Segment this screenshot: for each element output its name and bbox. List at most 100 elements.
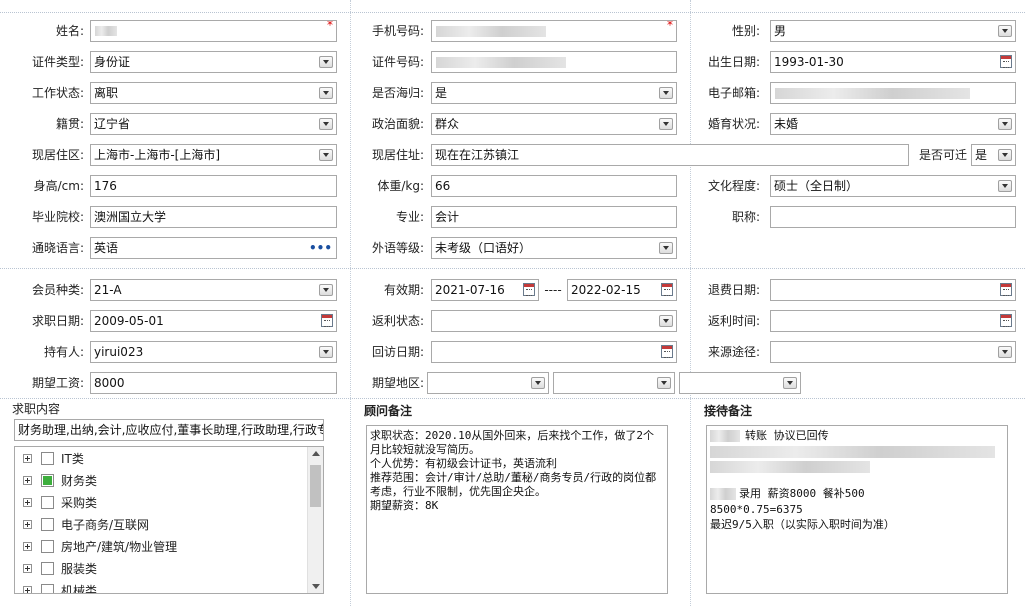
tree-scrollbar[interactable] (307, 447, 323, 593)
education-select[interactable]: 硕士（全日制） (770, 175, 1016, 197)
reception-notes-textarea[interactable]: 转账 协议已回传 录用 薪资8000 餐补500 8500*0.75=6375 … (706, 425, 1008, 594)
expand-icon[interactable] (23, 564, 32, 573)
chevron-down-icon[interactable] (657, 377, 671, 389)
expand-icon[interactable] (23, 520, 32, 529)
calendar-icon[interactable] (523, 283, 535, 296)
salary-input[interactable]: 8000 (90, 372, 337, 394)
reception-notes-title: 接待备注 (704, 404, 753, 418)
job-content-summary[interactable]: 财务助理,出纳,会计,应收应付,董事长助理,行政助理,行政专 (14, 419, 324, 441)
idtype-select[interactable]: 身份证 (90, 51, 337, 73)
category-checkbox[interactable] (41, 540, 54, 553)
langlevel-select[interactable]: 未考级（口语好） (431, 237, 677, 259)
language-picker[interactable]: 英语 ••• (90, 237, 337, 259)
weight-input[interactable]: 66 (431, 175, 677, 197)
category-checkbox[interactable] (41, 562, 54, 575)
advisor-notes-textarea[interactable]: 求职状态：2020.10从国外回来，后来找个工作，做了2个月比较短就没写简历。 … (366, 425, 668, 594)
tree-list: IT类 财务类 采购类 电子商务/互联网 房地产/建筑/物业管理 服装类 机械类 (23, 447, 303, 593)
area-label: 期望地区: (371, 376, 424, 390)
job-category-tree[interactable]: IT类 财务类 采购类 电子商务/互联网 房地产/建筑/物业管理 服装类 机械类 (14, 446, 324, 594)
chevron-down-icon[interactable] (998, 118, 1012, 130)
redacted-idno (436, 57, 566, 68)
chevron-down-icon[interactable] (319, 118, 333, 130)
required-mark: * (327, 20, 333, 32)
source-select[interactable] (770, 341, 1016, 363)
origin-select[interactable]: 辽宁省 (90, 113, 337, 135)
relocate-select[interactable]: 是 (971, 144, 1016, 166)
chevron-down-icon[interactable] (319, 346, 333, 358)
calendar-icon[interactable] (1000, 314, 1012, 327)
origin-label: 籍贯: (55, 117, 84, 131)
region-select[interactable]: 上海市-上海市-[上海市] (90, 144, 337, 166)
visit-date-input[interactable] (431, 341, 677, 363)
visit-label: 回访日期: (371, 345, 424, 359)
holder-select[interactable]: yirui023 (90, 341, 337, 363)
email-input[interactable] (770, 82, 1016, 104)
title-input[interactable] (770, 206, 1016, 228)
tree-item-label: 采购类 (61, 496, 98, 510)
calendar-icon[interactable] (321, 314, 333, 327)
major-input[interactable]: 会计 (431, 206, 677, 228)
chevron-down-icon[interactable] (783, 377, 797, 389)
calendar-icon[interactable] (1000, 55, 1012, 68)
chevron-down-icon[interactable] (319, 87, 333, 99)
expand-icon[interactable] (23, 498, 32, 507)
jobdate-input[interactable]: 2009-05-01 (90, 310, 337, 332)
birth-date-input[interactable]: 1993-01-30 (770, 51, 1016, 73)
category-checkbox[interactable] (41, 584, 54, 593)
valid-to-input[interactable]: 2022-02-15 (567, 279, 677, 301)
area-province-select[interactable] (427, 372, 549, 394)
chevron-down-icon[interactable] (998, 346, 1012, 358)
refund-date-input[interactable] (770, 279, 1016, 301)
expand-icon[interactable] (23, 454, 32, 463)
salary-label: 期望工资: (31, 376, 84, 390)
category-checkbox[interactable] (41, 496, 54, 509)
expand-icon[interactable] (23, 476, 32, 485)
scroll-thumb[interactable] (310, 465, 321, 507)
area-city-select[interactable] (553, 372, 675, 394)
height-input[interactable]: 176 (90, 175, 337, 197)
chevron-down-icon[interactable] (998, 180, 1012, 192)
birth-label: 出生日期: (707, 55, 760, 69)
school-input[interactable]: 澳洲国立大学 (90, 206, 337, 228)
chevron-down-icon[interactable] (998, 25, 1012, 37)
category-checkbox[interactable] (41, 518, 54, 531)
chevron-down-icon[interactable] (531, 377, 545, 389)
chevron-down-icon[interactable] (659, 87, 673, 99)
valid-from-input[interactable]: 2021-07-16 (431, 279, 539, 301)
rebate-time-input[interactable] (770, 310, 1016, 332)
calendar-icon[interactable] (661, 283, 673, 296)
expand-icon[interactable] (23, 542, 32, 551)
chevron-down-icon[interactable] (659, 242, 673, 254)
category-checkbox[interactable] (41, 452, 54, 465)
language-label: 通晓语言: (31, 241, 84, 255)
returnee-select[interactable]: 是 (431, 82, 677, 104)
workstatus-select[interactable]: 离职 (90, 82, 337, 104)
chevron-down-icon[interactable] (319, 284, 333, 296)
rebate-status-select[interactable] (431, 310, 677, 332)
redacted-name (95, 26, 117, 36)
chevron-down-icon[interactable] (659, 315, 673, 327)
chevron-down-icon[interactable] (319, 56, 333, 68)
expand-icon[interactable] (23, 586, 32, 593)
chevron-down-icon[interactable] (998, 149, 1012, 161)
idno-input[interactable] (431, 51, 677, 73)
member-type-select[interactable]: 21-A (90, 279, 337, 301)
address-input[interactable]: 现在在江苏镇江 (431, 144, 909, 166)
name-input[interactable]: * (90, 20, 337, 42)
calendar-icon[interactable] (1000, 283, 1012, 296)
gender-select[interactable]: 男 (770, 20, 1016, 42)
calendar-icon[interactable] (661, 345, 673, 358)
category-checkbox-checked[interactable] (41, 474, 54, 487)
tree-item-label: 服装类 (61, 562, 98, 576)
phone-input[interactable]: * (431, 20, 677, 42)
political-select[interactable]: 群众 (431, 113, 677, 135)
scroll-up-icon[interactable] (312, 451, 320, 456)
chevron-down-icon[interactable] (659, 118, 673, 130)
chevron-down-icon[interactable] (319, 149, 333, 161)
more-icon[interactable]: ••• (309, 238, 332, 258)
scroll-down-icon[interactable] (312, 584, 320, 589)
marital-select[interactable]: 未婚 (770, 113, 1016, 135)
notes-divider (0, 398, 1025, 399)
refund-label: 退费日期: (707, 283, 760, 297)
area-district-select[interactable] (679, 372, 801, 394)
